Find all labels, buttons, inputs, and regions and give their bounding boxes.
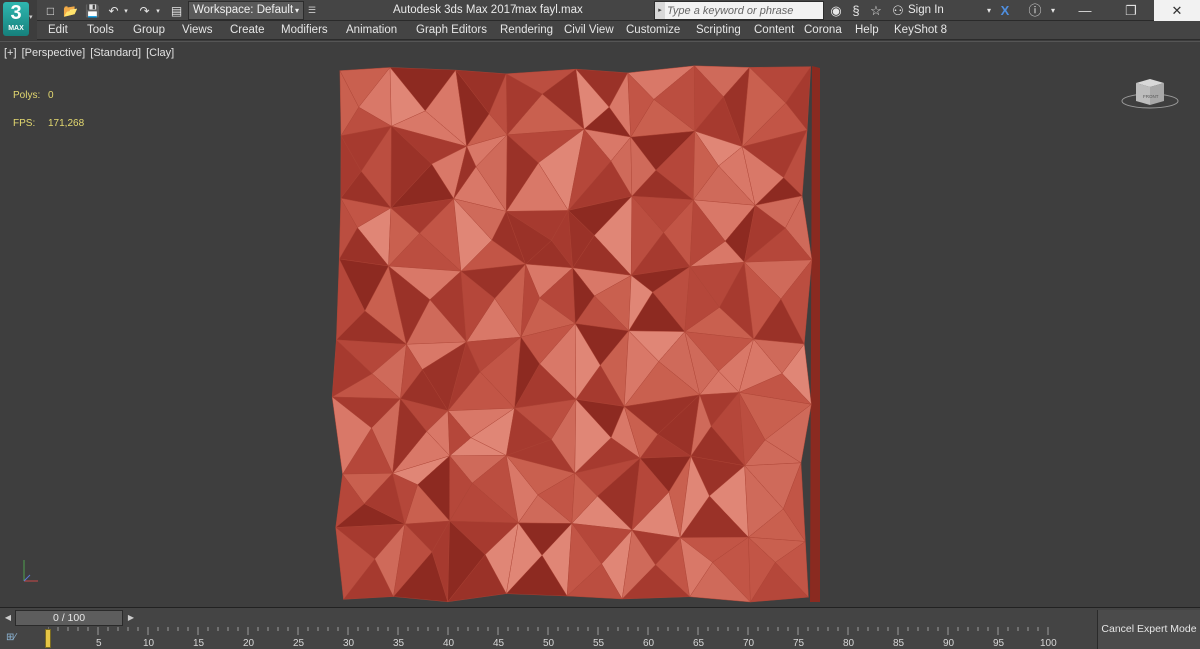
ruler-tick-label: 65 xyxy=(693,638,705,649)
undo-icon[interactable]: ↶ xyxy=(105,2,122,19)
menu-item-help[interactable]: Help xyxy=(855,24,879,36)
new-file-icon[interactable]: □ xyxy=(42,2,59,19)
exchange-apps-icon[interactable]: X xyxy=(996,2,1014,19)
chevron-down-icon: ▾ xyxy=(29,14,33,21)
ruler-tick-label: 20 xyxy=(243,638,255,649)
search-box[interactable]: ▸ xyxy=(654,1,824,20)
menu-item-civil-view[interactable]: Civil View xyxy=(564,24,614,36)
ruler-tick-label: 80 xyxy=(843,638,855,649)
fps-label: FPS: xyxy=(13,118,36,129)
file-title: max fayl.max xyxy=(515,4,583,16)
redo-icon[interactable]: ↷ xyxy=(136,2,153,19)
viewport-labels: [+] [Perspective] [Standard] [Clay] xyxy=(4,47,176,59)
menu-item-animation[interactable]: Animation xyxy=(346,24,397,36)
ruler-tick-label: 40 xyxy=(443,638,455,649)
open-file-icon[interactable]: 📂 xyxy=(62,2,79,19)
user-icon[interactable]: ⚇ xyxy=(889,2,907,19)
ruler-tick-label: 85 xyxy=(893,638,905,649)
restore-icon[interactable]: ❐ xyxy=(1108,0,1154,21)
menu-item-content[interactable]: Content xyxy=(754,24,794,36)
curve-editor-icon[interactable]: ⊞∕ xyxy=(6,630,32,646)
workspace-select[interactable]: Workspace: Default ▾ xyxy=(188,1,304,20)
ruler-tick-label: 70 xyxy=(743,638,755,649)
redo-dropdown-icon[interactable]: ▾ xyxy=(153,2,163,19)
panel-side-face xyxy=(810,66,820,602)
menu-item-views[interactable]: Views xyxy=(182,24,212,36)
search-options-icon[interactable]: ▸ xyxy=(655,2,665,19)
menu-item-scripting[interactable]: Scripting xyxy=(696,24,741,36)
subscription-icon[interactable]: § xyxy=(847,2,865,19)
search-input[interactable] xyxy=(667,3,817,18)
menu-item-create[interactable]: Create xyxy=(230,24,265,36)
time-slider[interactable]: 0 / 100 xyxy=(15,610,123,626)
playhead[interactable] xyxy=(45,629,51,648)
track-bar[interactable]: ⊞∕ 5 10 15 20 25 30 35 40 45 50 55 60 65 70 75 80 85 90 95… xyxy=(0,627,1200,649)
menu-item-modifiers[interactable]: Modifiers xyxy=(281,24,328,36)
star-icon[interactable]: ☆ xyxy=(867,2,885,19)
viewport-shading-standard[interactable]: [Standard] xyxy=(90,47,141,59)
menu-item-group[interactable]: Group xyxy=(133,24,165,36)
ruler-tick-label: 25 xyxy=(293,638,305,649)
menu-item-corona[interactable]: Corona xyxy=(804,24,842,36)
viewport-shading-clay[interactable]: [Clay] xyxy=(146,47,174,59)
polys-label: Polys: xyxy=(13,90,41,101)
minimize-icon[interactable]: — xyxy=(1062,0,1108,21)
menu-item-graph-editors[interactable]: Graph Editors xyxy=(416,24,487,36)
ruler-tick-label: 60 xyxy=(643,638,655,649)
polys-value: 0 xyxy=(48,90,54,101)
menu-bar: Edit Tools Group Views Create Modifiers Animat… xyxy=(37,21,1200,40)
workspace-value: Workspace: Default xyxy=(193,4,294,16)
binoculars-icon[interactable]: ◉ xyxy=(827,2,845,19)
app-logo: 3 MAX xyxy=(3,2,29,36)
menu-item-tools[interactable]: Tools xyxy=(87,24,114,36)
ruler-tick-label: 15 xyxy=(193,638,205,649)
viewcube[interactable]: FRONT xyxy=(1120,75,1180,111)
project-folder-icon[interactable]: ▤ xyxy=(168,2,185,19)
viewport-point-of-view[interactable]: [Perspective] xyxy=(22,47,86,59)
ruler-tick-label: 75 xyxy=(793,638,805,649)
menu-item-customize[interactable]: Customize xyxy=(626,24,680,36)
viewport-menu-plus[interactable]: [+] xyxy=(4,47,17,59)
customize-toolbar-icon[interactable]: ☰ xyxy=(306,2,318,19)
ruler-tick-label: 90 xyxy=(943,638,955,649)
close-icon[interactable]: ✕ xyxy=(1154,0,1200,21)
sign-in-button[interactable]: Sign In xyxy=(908,4,944,16)
app-title: Autodesk 3ds Max 2017 xyxy=(393,4,517,16)
previous-frame-icon[interactable]: ◀ xyxy=(2,611,14,625)
ruler-tick-label: 95 xyxy=(993,638,1005,649)
ruler-tick-label: 5 xyxy=(96,638,102,649)
ruler-tick-label: 50 xyxy=(543,638,555,649)
ruler-tick-label: 35 xyxy=(393,638,405,649)
cancel-expert-mode-button[interactable]: Cancel Expert Mode xyxy=(1097,610,1200,649)
ruler-tick-label: 55 xyxy=(593,638,605,649)
undo-dropdown-icon[interactable]: ▾ xyxy=(121,2,131,19)
axis-tripod-icon xyxy=(23,560,38,582)
save-icon[interactable]: 💾 xyxy=(84,2,101,19)
chevron-down-icon: ▾ xyxy=(294,6,299,15)
frame-ruler[interactable]: 5 10 15 20 25 30 35 40 45 50 55 60 65 70 75 80 85 90 95 100 xyxy=(48,627,1098,649)
ruler-tick-label: 10 xyxy=(143,638,155,649)
viewcube-face-label: FRONT xyxy=(1143,94,1159,99)
menu-item-keyshot-8[interactable]: KeyShot 8 xyxy=(894,24,947,36)
title-bar: □ 📂 💾 ↶ ▾ ↷ ▾ ▤ Workspace: Default ▾ ☰ A… xyxy=(0,0,1200,21)
perspective-viewport[interactable]: [+] [Perspective] [Standard] [Clay] Poly… xyxy=(0,41,1200,607)
next-frame-icon[interactable]: ▶ xyxy=(125,611,137,625)
ruler-tick-label: 45 xyxy=(493,638,505,649)
ruler-tick-label: 30 xyxy=(343,638,355,649)
menu-item-rendering[interactable]: Rendering xyxy=(500,24,553,36)
wall-panel-model xyxy=(331,65,820,603)
app-menu-button[interactable]: 3 MAX ▾ xyxy=(0,0,37,40)
ruler-tick-label: 100 xyxy=(1040,638,1057,649)
menu-item-edit[interactable]: Edit xyxy=(48,24,68,36)
help-icon[interactable]: ⓘ xyxy=(1026,2,1044,19)
chevron-down-icon[interactable]: ▾ xyxy=(1044,2,1062,19)
fps-value: 171,268 xyxy=(48,118,85,129)
time-slider-bar: ◀ 0 / 100 ▶ xyxy=(0,607,1200,627)
